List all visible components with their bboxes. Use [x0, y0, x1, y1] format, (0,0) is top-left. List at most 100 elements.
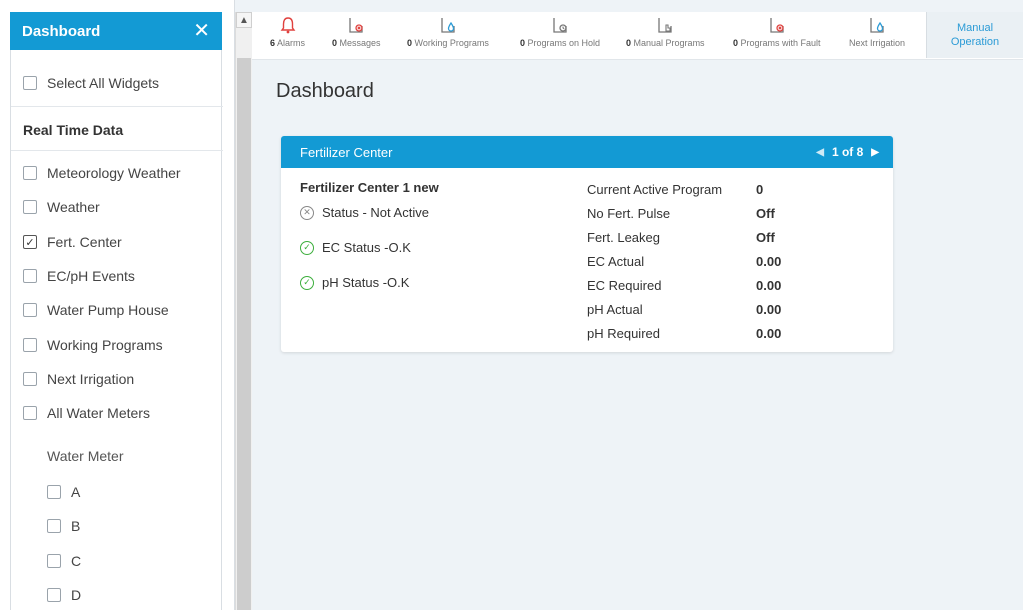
- toolbar-label: Next Irrigation: [849, 38, 906, 48]
- widget-label: EC/pH Events: [47, 268, 135, 284]
- toolbar-label: Programs with Fault: [740, 38, 821, 48]
- water-meter-item-c[interactable]: C: [47, 553, 81, 569]
- check-circle-icon: ✓: [300, 275, 314, 290]
- toolbar-label: Messages: [339, 38, 381, 48]
- field-label: pH Required: [587, 326, 660, 341]
- field-value: 0.00: [756, 278, 782, 293]
- widget-label: Next Irrigation: [47, 371, 135, 387]
- checkbox-icon[interactable]: [23, 166, 37, 180]
- page-title: Dashboard: [276, 80, 374, 102]
- widget-label: All Water Meters: [47, 405, 150, 421]
- scroll-thumb[interactable]: [237, 58, 251, 610]
- status-row: ✓ EC Status -O.K: [300, 240, 411, 255]
- real-time-title: Real Time Data: [23, 122, 124, 138]
- widget-label: Fert. Center: [47, 234, 122, 250]
- water-meter-item-a[interactable]: A: [47, 484, 80, 500]
- count: 6: [270, 38, 276, 48]
- field-label: EC Actual: [587, 254, 645, 269]
- manual-line2: Operation: [950, 36, 1000, 48]
- hand-icon: [656, 16, 674, 34]
- widget-label: Meteorology Weather: [47, 165, 181, 181]
- checkbox-icon[interactable]: [23, 303, 37, 317]
- sidebar-header: Dashboard ✕: [10, 12, 222, 50]
- checkbox-icon[interactable]: [23, 269, 37, 283]
- select-all-checkbox[interactable]: Select All Widgets: [23, 75, 159, 91]
- widget-label: Water Pump House: [47, 302, 169, 318]
- checkbox-icon[interactable]: [47, 588, 61, 602]
- field-value: 0: [756, 182, 764, 197]
- meter-label: C: [71, 553, 82, 569]
- field-label: Fert. Leakeg: [587, 230, 660, 245]
- checkbox-icon[interactable]: [23, 338, 37, 352]
- manual-line1: Manual: [956, 21, 994, 34]
- widget-item-working-programs[interactable]: Working Programs: [23, 337, 163, 353]
- widget-item-ec-ph-events[interactable]: EC/pH Events: [23, 268, 135, 284]
- sidebar-title: Dashboard: [22, 22, 101, 40]
- field-value: 0.00: [756, 254, 782, 269]
- water-meter-item-b[interactable]: B: [47, 518, 80, 534]
- next-arrow-icon[interactable]: ▶: [871, 147, 879, 158]
- water-meter-item-d[interactable]: D: [47, 587, 81, 603]
- scroll-up-icon[interactable]: ▲: [236, 12, 252, 28]
- checkbox-icon[interactable]: [23, 200, 37, 214]
- prev-arrow-icon[interactable]: ◀: [816, 147, 824, 158]
- widget-item-weather[interactable]: Weather: [23, 199, 100, 215]
- field-label: pH Actual: [587, 302, 643, 317]
- water-meter-title: Water Meter: [47, 448, 124, 464]
- field-value: 0.00: [756, 326, 782, 341]
- checkbox-icon[interactable]: [47, 554, 61, 568]
- device-name: Fertilizer Center 1 new: [300, 180, 439, 195]
- fertilizer-center-card: Fertilizer Center ◀ 1 of 8 ▶ Fertilizer …: [281, 136, 893, 352]
- count: 0: [332, 38, 338, 48]
- card-header: Fertilizer Center ◀ 1 of 8 ▶: [281, 136, 893, 168]
- status-label: pH Status -O.K: [322, 275, 410, 290]
- widget-item-meteorology[interactable]: Meteorology Weather: [23, 165, 181, 181]
- count: 0: [407, 38, 413, 48]
- fault-icon: [768, 16, 786, 34]
- toolbar-label: Manual Programs: [633, 38, 705, 48]
- manual-operation-button[interactable]: Manual Operation: [926, 12, 1023, 58]
- meter-label: B: [71, 518, 81, 534]
- field-label: EC Required: [587, 278, 662, 293]
- toolbar-item-manual-programs[interactable]: 0 Manual Programs: [626, 16, 705, 48]
- widget-sidebar: Dashboard ✕ Select All Widgets Real Time…: [0, 0, 235, 610]
- toolbar-item-working-programs[interactable]: 0 Working Programs: [407, 16, 489, 48]
- bell-icon: [279, 16, 297, 34]
- widget-item-next-irrigation[interactable]: Next Irrigation: [23, 371, 134, 387]
- toolbar-item-programs-with-fault[interactable]: 0 Programs with Fault: [733, 16, 821, 48]
- checkbox-checked-icon[interactable]: ✓: [23, 235, 37, 249]
- sidebar-scrollbar[interactable]: ▲: [235, 12, 252, 610]
- field-value: 0.00: [756, 302, 782, 317]
- widget-item-fert-center[interactable]: ✓ Fert. Center: [23, 234, 122, 250]
- checkbox-icon[interactable]: [23, 76, 37, 90]
- toolbar-label: Programs on Hold: [527, 38, 601, 48]
- message-x-icon: [347, 16, 365, 34]
- checkbox-icon[interactable]: [47, 485, 61, 499]
- drop-icon: [439, 16, 457, 34]
- widget-item-all-water-meters[interactable]: All Water Meters: [23, 405, 150, 421]
- checkbox-icon[interactable]: [23, 372, 37, 386]
- status-row: ✕ Status - Not Active: [300, 205, 429, 220]
- status-label: Status - Not Active: [322, 205, 429, 220]
- status-label: EC Status -O.K: [322, 240, 411, 255]
- toolbar-item-alarms[interactable]: 6 Alarms: [270, 16, 305, 48]
- checkbox-icon[interactable]: [47, 519, 61, 533]
- drop-icon: [868, 16, 886, 34]
- widget-item-water-pump-house[interactable]: Water Pump House: [23, 302, 169, 318]
- count: 0: [733, 38, 739, 48]
- count: 0: [520, 38, 526, 48]
- divider: [11, 106, 223, 107]
- field-label: No Fert. Pulse: [587, 206, 671, 221]
- field-value: Off: [756, 230, 775, 245]
- count: 0: [626, 38, 632, 48]
- toolbar-item-messages[interactable]: 0 Messages: [332, 16, 381, 48]
- select-all-label: Select All Widgets: [47, 75, 160, 91]
- status-toolbar: 6 Alarms 0 Messages 0 Working Programs 0…: [252, 12, 1023, 60]
- checkbox-icon[interactable]: [23, 406, 37, 420]
- close-icon[interactable]: ✕: [193, 21, 210, 41]
- meter-label: D: [71, 587, 82, 603]
- meter-label: A: [71, 484, 81, 500]
- toolbar-item-next-irrigation[interactable]: Next Irrigation: [849, 16, 905, 48]
- sidebar-body: Select All Widgets Real Time Data Meteor…: [10, 50, 223, 610]
- toolbar-item-programs-on-hold[interactable]: 0 Programs on Hold: [520, 16, 600, 48]
